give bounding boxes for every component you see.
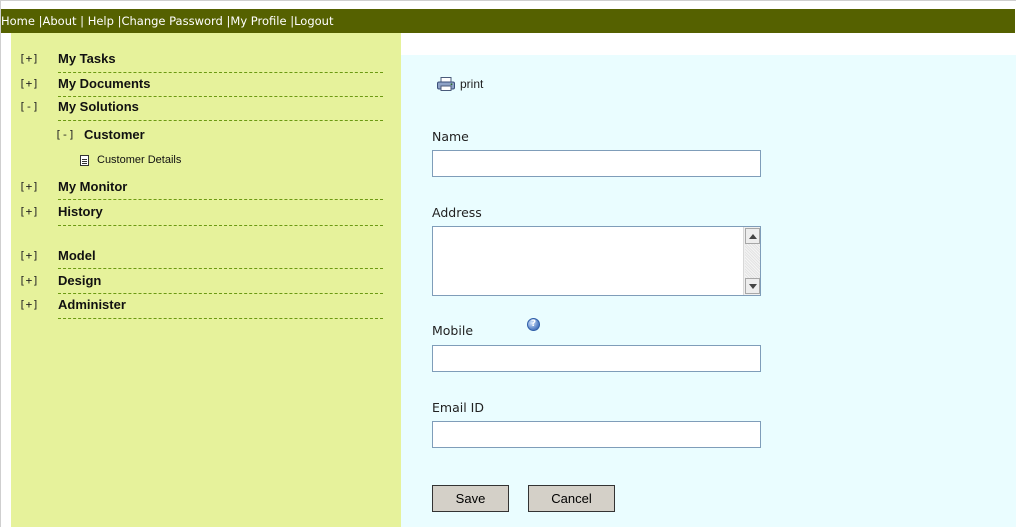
divider [58, 120, 383, 121]
sidebar-item-label[interactable]: My Documents [58, 76, 150, 91]
name-input[interactable] [432, 150, 761, 177]
main-form-panel: print Name Address Mobile ? Email ID Sav… [401, 55, 1016, 527]
divider [58, 96, 383, 97]
scroll-down-arrow-icon[interactable] [745, 278, 760, 294]
nav-about-link[interactable]: About [43, 14, 77, 28]
expand-toggle[interactable]: [+] [19, 52, 39, 65]
scroll-up-arrow-icon[interactable] [745, 228, 760, 244]
collapse-toggle[interactable]: [-] [19, 100, 39, 113]
nav-my-profile-link[interactable]: My Profile [230, 14, 286, 28]
expand-toggle[interactable]: [+] [19, 180, 39, 193]
mobile-label: Mobile [432, 323, 474, 338]
divider [58, 293, 383, 294]
address-textarea[interactable] [433, 227, 743, 295]
email-label: Email ID [432, 400, 484, 415]
expand-toggle[interactable]: [+] [19, 249, 39, 262]
email-input[interactable] [432, 421, 761, 448]
help-icon[interactable]: ? [527, 318, 540, 331]
divider [58, 268, 383, 269]
divider [58, 318, 383, 319]
document-icon [80, 155, 89, 166]
name-label: Name [432, 129, 469, 144]
expand-toggle[interactable]: [+] [19, 274, 39, 287]
divider [58, 199, 383, 200]
nav-help-link[interactable]: Help [88, 14, 114, 28]
expand-toggle[interactable]: [+] [19, 205, 39, 218]
sidebar-item-label[interactable]: Customer [84, 127, 145, 142]
sidebar-item-label[interactable]: History [58, 204, 103, 219]
collapse-toggle[interactable]: [-] [55, 128, 75, 141]
sidebar-item-label[interactable]: My Solutions [58, 99, 139, 114]
sidebar-item-label[interactable]: Administer [58, 297, 126, 312]
print-label[interactable]: print [460, 77, 483, 91]
mobile-input[interactable] [432, 345, 761, 372]
expand-toggle[interactable]: [+] [19, 298, 39, 311]
address-label: Address [432, 205, 482, 220]
scroll-track[interactable] [745, 244, 760, 278]
divider [58, 72, 383, 73]
nav-logout-link[interactable]: Logout [294, 14, 333, 28]
nav-home-link[interactable]: Home [1, 14, 35, 28]
address-textarea-container [432, 226, 761, 296]
address-scrollbar[interactable] [743, 227, 760, 295]
nav-change-password-link[interactable]: Change Password [121, 14, 222, 28]
save-button[interactable]: Save [432, 485, 509, 512]
sidebar-item-label[interactable]: Model [58, 248, 96, 263]
sidebar-item-label[interactable]: Customer Details [97, 154, 181, 166]
sidebar-item-label[interactable]: Design [58, 273, 101, 288]
printer-icon [437, 77, 455, 91]
sidebar: [+] My Tasks [+] My Documents [-] My Sol… [11, 33, 401, 527]
cancel-button[interactable]: Cancel [528, 485, 615, 512]
sidebar-item-label[interactable]: My Tasks [58, 51, 116, 66]
divider [58, 225, 383, 226]
expand-toggle[interactable]: [+] [19, 77, 39, 90]
top-nav-bar: Home |About | Help |Change Password |My … [1, 9, 1015, 33]
sidebar-item-label[interactable]: My Monitor [58, 179, 127, 194]
